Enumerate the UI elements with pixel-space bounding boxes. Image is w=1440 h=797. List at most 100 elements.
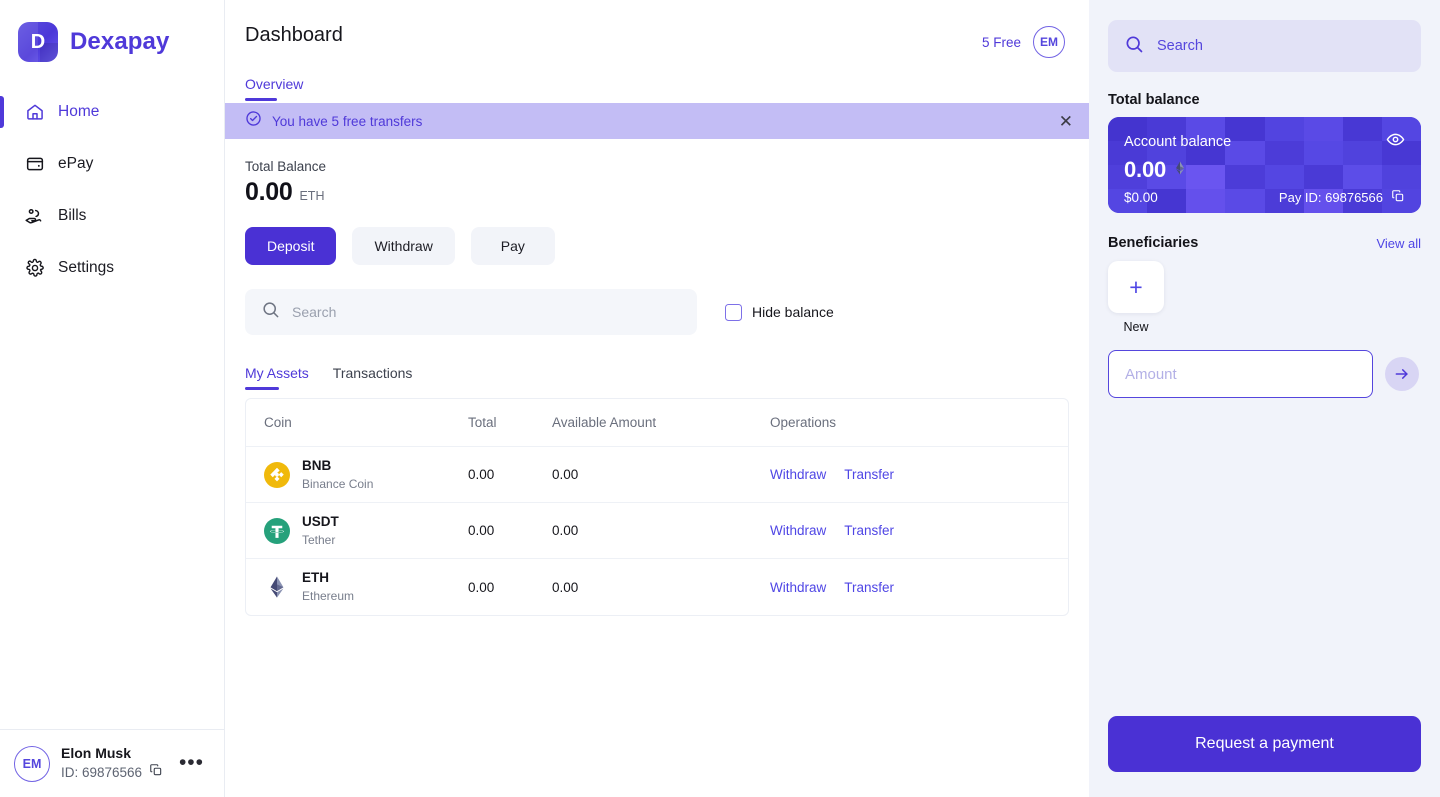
search-row: Hide balance (245, 289, 1069, 335)
copy-icon[interactable] (149, 763, 163, 781)
sidebar-user-box[interactable]: EM Elon Musk ID: 69876566 ••• (0, 729, 224, 797)
page-title: Dashboard (245, 24, 343, 46)
brand-name: Dexapay (70, 28, 170, 55)
main-header: Dashboard 5 Free EM (225, 0, 1089, 58)
column-header-coin: Coin (264, 415, 292, 430)
add-beneficiary-button[interactable]: + (1108, 261, 1164, 313)
beneficiaries-title: Beneficiaries (1108, 235, 1199, 251)
total-balance-unit: ETH (299, 189, 325, 203)
available-cell: 0.00 (552, 467, 579, 482)
operations-cell: Withdraw Transfer (770, 580, 894, 595)
right-search-box[interactable] (1108, 20, 1421, 72)
app-root: D Dexapay Home ePay Bills Settings EM El… (0, 0, 1440, 797)
sidebar-item-home[interactable]: Home (0, 92, 224, 132)
hide-balance-label: Hide balance (752, 304, 834, 320)
row-withdraw-link[interactable]: Withdraw (770, 523, 826, 538)
account-balance-card: Account balance 0.00 $0.00 Pay ID: 69876… (1108, 117, 1421, 213)
withdraw-button[interactable]: Withdraw (352, 227, 455, 265)
sidebar-item-label: ePay (58, 155, 94, 172)
user-id: ID: 69876566 (61, 763, 163, 781)
sidebar: D Dexapay Home ePay Bills Settings EM El… (0, 0, 225, 797)
sidebar-item-bills[interactable]: Bills (0, 196, 224, 236)
coin-symbol: BNB (302, 457, 332, 473)
bnb-icon (264, 461, 290, 488)
home-icon (24, 102, 45, 123)
beneficiaries-header: Beneficiaries View all (1108, 235, 1421, 251)
request-payment-button[interactable]: Request a payment (1108, 716, 1421, 772)
wallet-icon (24, 154, 45, 175)
operations-cell: Withdraw Transfer (770, 523, 894, 538)
beneficiary-label: New (1123, 320, 1149, 334)
table-row: USDT Tether 0.00 0.00 Withdraw Transfer (246, 503, 1068, 559)
sidebar-item-epay[interactable]: ePay (0, 144, 224, 184)
card-amount: 0.00 (1124, 157, 1167, 182)
total-cell: 0.00 (468, 579, 495, 595)
coin-cell: BNB Binance Coin (246, 457, 468, 493)
coin-fullname: Ethereum (302, 589, 355, 603)
row-transfer-link[interactable]: Transfer (844, 523, 894, 538)
available-cell: 0.00 (552, 523, 579, 538)
card-top-row: Account balance (1124, 130, 1405, 154)
total-balance-label: Total Balance (245, 159, 327, 174)
available-cell: 0.00 (552, 579, 579, 595)
hide-balance-toggle[interactable]: Hide balance (725, 303, 834, 321)
eth-icon (1172, 160, 1188, 181)
account-balance-content: Account balance 0.00 $0.00 Pay ID: 69876… (1108, 117, 1421, 213)
search-icon (261, 300, 280, 324)
card-pay-id: Pay ID: 69876566 (1279, 189, 1405, 206)
hide-balance-checkbox[interactable] (725, 303, 742, 321)
main-content: Dashboard 5 Free EM Overview You have 5 … (225, 0, 1089, 797)
check-circle-icon (245, 110, 262, 132)
bills-hand-icon (24, 206, 45, 227)
header-avatar[interactable]: EM (1033, 26, 1065, 58)
column-header-available: Available Amount (552, 415, 657, 430)
row-transfer-link[interactable]: Transfer (844, 580, 894, 595)
amount-row (1108, 350, 1421, 398)
tab-my-assets[interactable]: My Assets (245, 365, 309, 390)
tab-transactions[interactable]: Transactions (333, 365, 413, 390)
amount-input[interactable] (1108, 350, 1373, 398)
avatar: EM (14, 745, 50, 782)
right-panel: Total balance Account balance (1089, 0, 1440, 797)
user-name: Elon Musk (61, 745, 132, 762)
beneficiary-new-item: + New (1108, 261, 1164, 334)
account-balance-label: Account balance (1124, 134, 1232, 150)
table-row: ETH Ethereum 0.00 0.00 Withdraw Transfer (246, 559, 1068, 615)
card-usd-value: $0.00 (1124, 190, 1158, 205)
operations-cell: Withdraw Transfer (770, 467, 894, 482)
user-id-text: ID: 69876566 (61, 764, 143, 780)
beneficiaries-view-all-link[interactable]: View all (1376, 236, 1421, 251)
close-icon[interactable]: ✕ (1059, 113, 1073, 130)
brand[interactable]: D Dexapay (0, 0, 224, 62)
action-buttons: Deposit Withdraw Pay (245, 227, 1069, 265)
deposit-button[interactable]: Deposit (245, 227, 337, 265)
eye-icon[interactable] (1386, 130, 1405, 154)
pay-button[interactable]: Pay (470, 227, 555, 265)
sidebar-item-settings[interactable]: Settings (0, 248, 224, 288)
usdt-icon (264, 517, 290, 544)
card-amount-row: 0.00 (1124, 157, 1405, 183)
ellipsis-icon[interactable]: ••• (179, 753, 210, 773)
sidebar-nav: Home ePay Bills Settings (0, 92, 224, 288)
assets-table: Coin Total Available Amount Operations B… (245, 398, 1069, 616)
right-search-input[interactable] (1157, 38, 1405, 54)
column-header-operations: Operations (770, 415, 837, 430)
search-box[interactable] (245, 289, 697, 335)
tab-overview[interactable]: Overview (245, 76, 303, 101)
row-withdraw-link[interactable]: Withdraw (770, 467, 826, 482)
row-transfer-link[interactable]: Transfer (844, 467, 894, 482)
copy-icon[interactable] (1391, 189, 1405, 206)
total-balance-amount: 0.00 (245, 178, 293, 206)
coin-text: ETH Ethereum (302, 569, 354, 605)
beneficiaries-list: + New (1108, 261, 1421, 334)
row-withdraw-link[interactable]: Withdraw (770, 580, 826, 595)
card-bottom-row: $0.00 Pay ID: 69876566 (1124, 189, 1405, 206)
table-header-row: Coin Total Available Amount Operations (246, 399, 1068, 447)
coin-symbol: USDT (302, 513, 339, 529)
search-input[interactable] (292, 304, 681, 320)
coin-symbol: ETH (302, 570, 329, 585)
coin-fullname: Binance Coin (302, 476, 374, 491)
brand-logo-letter: D (30, 31, 46, 53)
arrow-right-icon[interactable] (1385, 357, 1419, 391)
sidebar-item-label: Bills (58, 207, 87, 224)
